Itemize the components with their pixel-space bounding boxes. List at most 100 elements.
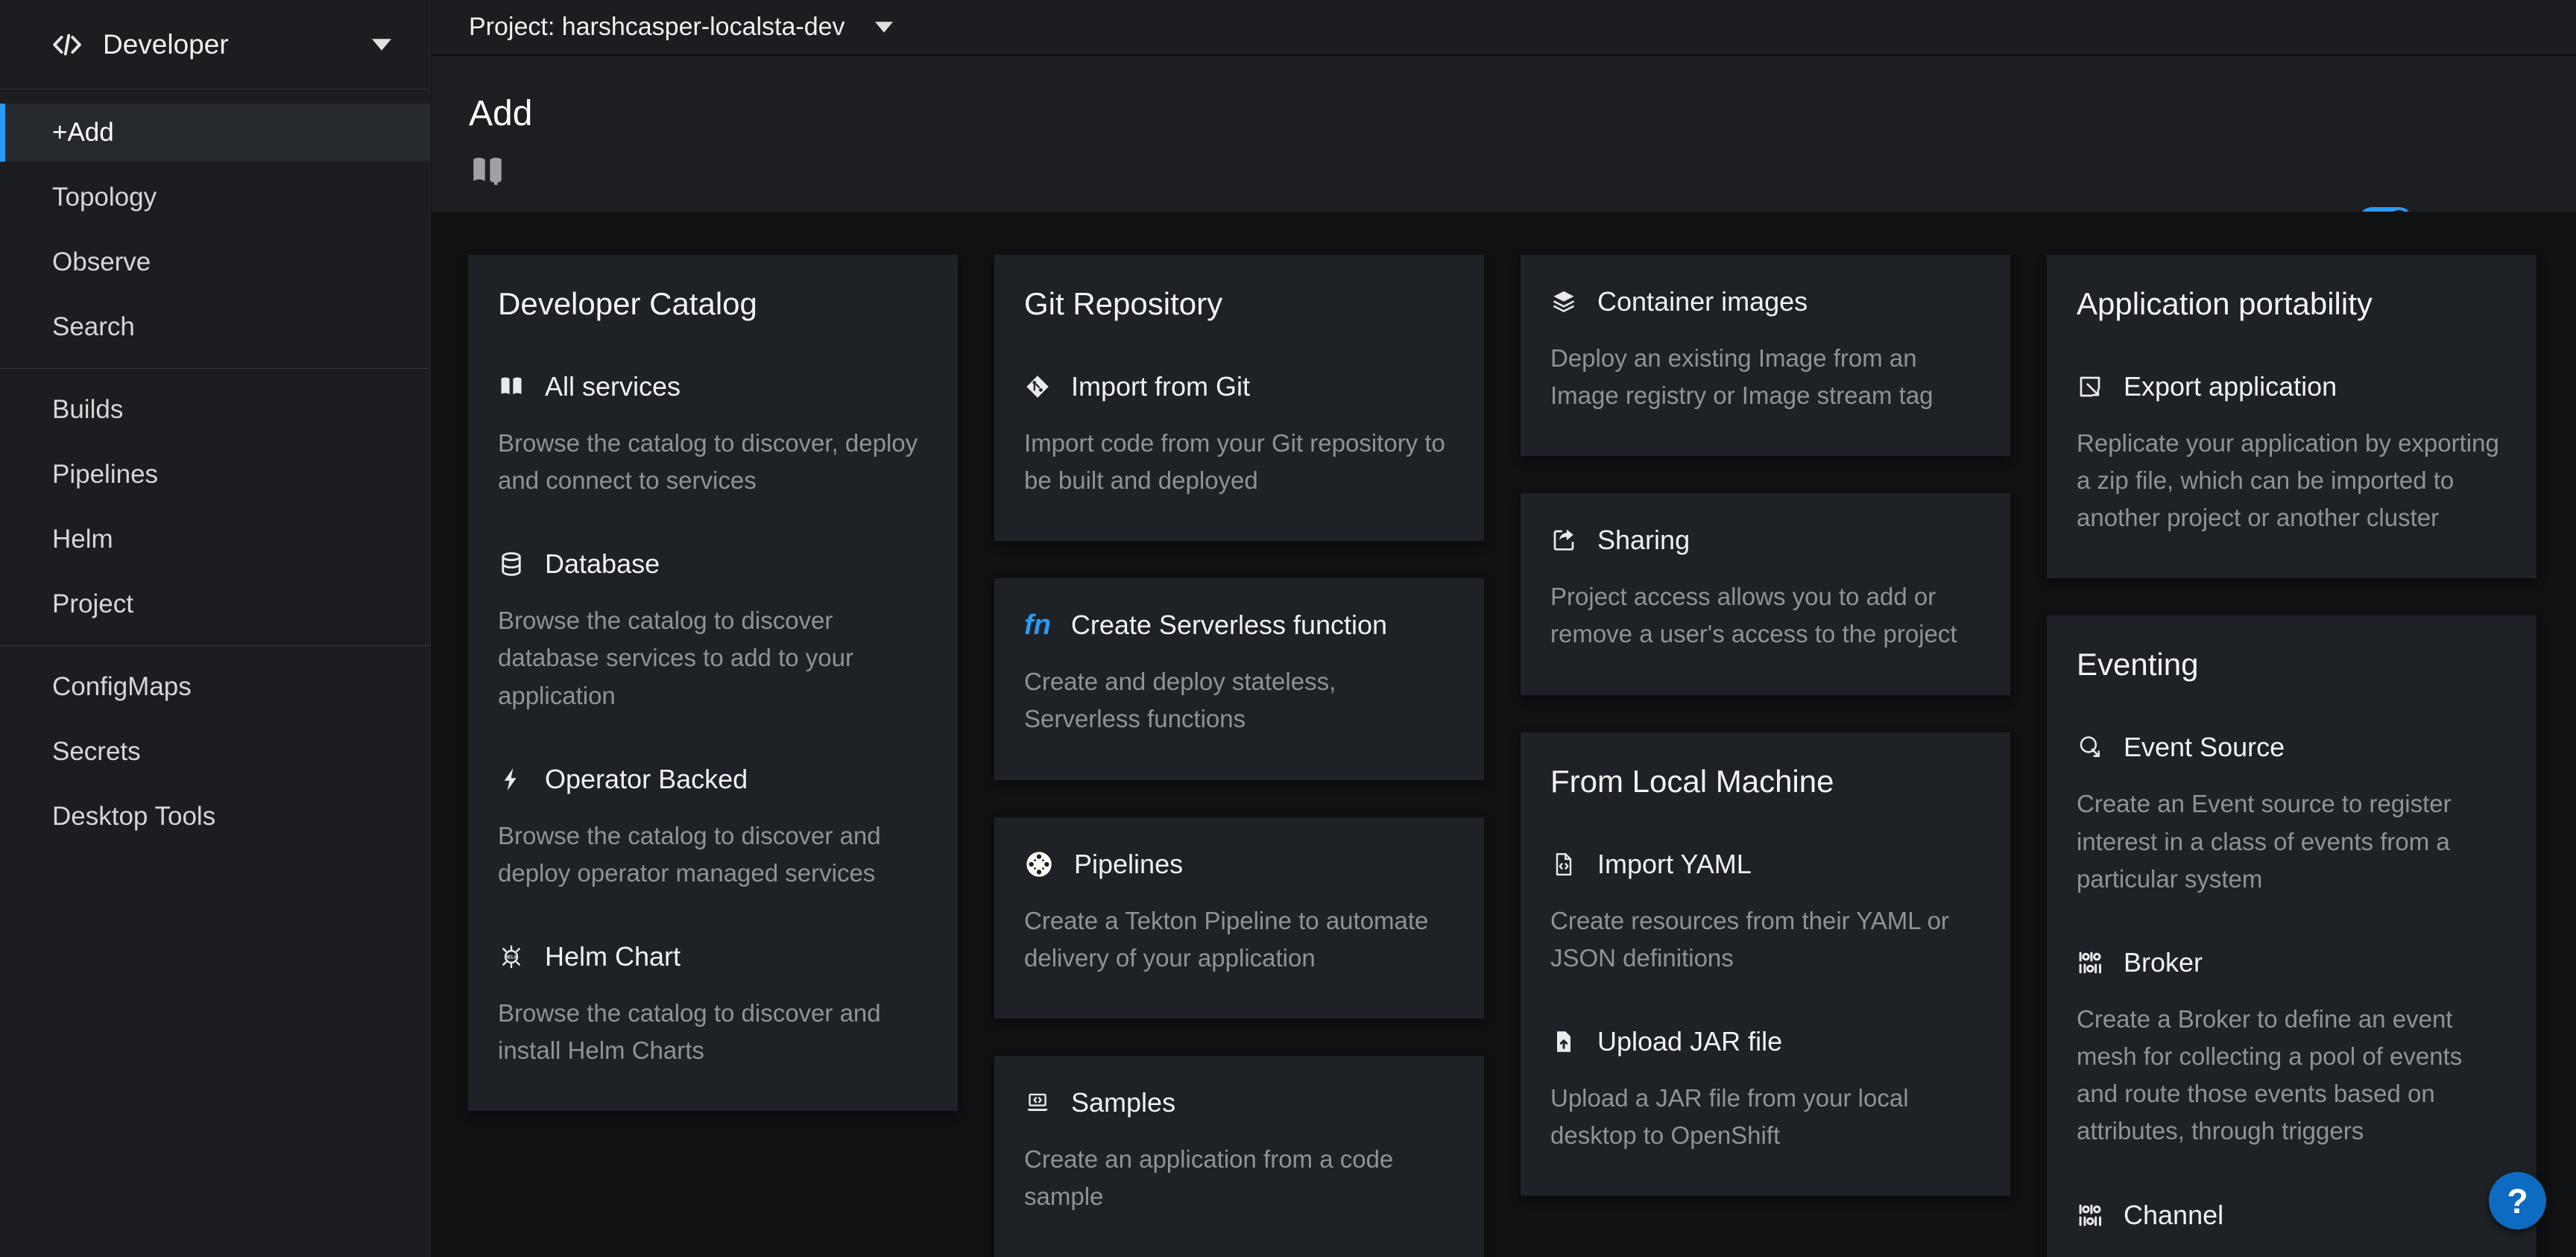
sidebar-item-pipelines[interactable]: Pipelines — [0, 446, 430, 504]
tile-operator-backed[interactable]: Operator Backed Browse the catalog to di… — [498, 764, 928, 892]
tile-export-application[interactable]: Export application Replicate your applic… — [2077, 371, 2507, 536]
binary-icon — [2077, 1202, 2103, 1229]
tile-description: Upload a JAR file from your local deskto… — [1550, 1080, 1980, 1154]
tile-label: Database — [545, 548, 660, 580]
grid-column-1: Developer Catalog All services Browse th… — [468, 255, 958, 1111]
project-selector-label: Project: harshcasper-localsta-dev — [469, 13, 845, 42]
bolt-icon — [498, 766, 525, 793]
book-plus-icon[interactable] — [469, 152, 506, 189]
page-header: Add Details on — [432, 56, 2576, 212]
tile-upload-jar-file[interactable]: Upload JAR file Upload a JAR file from y… — [1550, 1026, 1980, 1154]
help-button[interactable]: ? — [2489, 1172, 2546, 1229]
tile-label: All services — [545, 371, 681, 402]
file-upload-icon — [1550, 1028, 1577, 1055]
tile-description: Project access allows you to add or remo… — [1550, 578, 1980, 653]
tile-description: Create a Broker to define an event mesh … — [2077, 1001, 2507, 1150]
add-page-content: Developer Catalog All services Browse th… — [432, 212, 2576, 1257]
card-title: Application portability — [2077, 286, 2507, 322]
tile-description: Browse the catalog to discover, deploy a… — [498, 425, 928, 499]
tile-description: Browse the catalog to discover and deplo… — [498, 817, 928, 892]
grid-column-4: Application portability Export applicati… — [2047, 255, 2536, 1257]
sidebar-nav: +Add Topology Observe Search Builds Pipe… — [0, 89, 430, 846]
sidebar-divider — [0, 645, 430, 646]
card-eventing: Eventing Event Source Create an Event so… — [2047, 615, 2536, 1257]
card-git-repository: Git Repository Import from Git — [994, 255, 1484, 541]
perspective-switcher[interactable]: Developer — [0, 0, 430, 89]
tile-description: Deploy an existing Image from an Image r… — [1550, 340, 1980, 414]
tile-label: Sharing — [1597, 525, 1690, 556]
card-developer-catalog: Developer Catalog All services Browse th… — [468, 255, 958, 1111]
card-title: From Local Machine — [1550, 764, 1980, 800]
perspective-label: Developer — [103, 29, 229, 60]
tile-description: Replicate your application by exporting … — [2077, 425, 2507, 536]
event-source-icon — [2077, 734, 2103, 761]
fn-icon: fn — [1024, 611, 1051, 639]
sidebar-item-configmaps[interactable]: ConfigMaps — [0, 658, 430, 716]
tile-description: Browse the catalog to discover database … — [498, 602, 928, 714]
sidebar-item-desktop-tools[interactable]: Desktop Tools — [0, 788, 430, 846]
tile-label: Upload JAR file — [1597, 1026, 1782, 1057]
tile-label: Helm Chart — [545, 941, 681, 972]
tile-description: Import code from your Git repository to … — [1024, 425, 1454, 499]
tile-create-serverless-function[interactable]: fn Create Serverless function Create and… — [1024, 609, 1454, 738]
tile-label: Channel — [2124, 1200, 2223, 1231]
pipelines-icon — [1024, 849, 1054, 879]
tile-broker[interactable]: Broker Create a Broker to define an even… — [2077, 947, 2507, 1150]
sidebar-item-observe[interactable]: Observe — [0, 233, 430, 291]
tile-sharing[interactable]: Sharing Project access allows you to add… — [1550, 525, 1980, 653]
code-icon — [51, 28, 83, 61]
sidebar-item-secrets[interactable]: Secrets — [0, 723, 430, 781]
grid-column-2: Git Repository Import from Git — [994, 255, 1484, 1257]
tile-label: Export application — [2124, 371, 2337, 402]
tile-description: Create and deploy stateless, Serverless … — [1024, 663, 1454, 738]
card-serverless-function: fn Create Serverless function Create and… — [994, 578, 1484, 779]
tile-pipelines[interactable]: Pipelines Create a Tekton Pipeline to au… — [1024, 849, 1454, 977]
share-icon — [1550, 527, 1577, 554]
sidebar-item-topology[interactable]: Topology — [0, 168, 430, 227]
tile-import-yaml[interactable]: Import YAML Create resources from their … — [1550, 849, 1980, 977]
tile-all-services[interactable]: All services Browse the catalog to disco… — [498, 371, 928, 499]
tile-label: Operator Backed — [545, 764, 748, 795]
tile-samples[interactable]: Samples Create an application from a cod… — [1024, 1087, 1454, 1215]
tile-label: Samples — [1071, 1087, 1175, 1118]
question-icon: ? — [2507, 1181, 2528, 1221]
binary-icon — [2077, 949, 2103, 976]
project-bar: Project: harshcasper-localsta-dev — [432, 0, 2576, 55]
project-selector[interactable]: Project: harshcasper-localsta-dev — [469, 13, 893, 42]
card-grid: Developer Catalog All services Browse th… — [468, 255, 2539, 1257]
tile-database[interactable]: Database Browse the catalog to discover … — [498, 548, 928, 714]
tile-description: Create an Event source to register inter… — [2077, 785, 2507, 897]
card-from-local-machine: From Local Machine Import YAML Create re… — [1521, 732, 2010, 1197]
tile-channel[interactable]: Channel Create a Knative Channel to crea… — [2077, 1200, 2507, 1257]
tile-description: Create a Tekton Pipeline to automate del… — [1024, 902, 1454, 977]
sidebar-item-search[interactable]: Search — [0, 298, 430, 356]
tile-label: Import from Git — [1071, 371, 1250, 402]
card-title: Git Repository — [1024, 286, 1454, 322]
layers-icon — [1550, 288, 1577, 315]
tile-label: Pipelines — [1074, 849, 1183, 880]
svg-text:HELM: HELM — [505, 955, 519, 960]
tile-helm-chart[interactable]: HELM Helm Chart Browse the catalog to di… — [498, 941, 928, 1069]
helm-icon: HELM — [498, 943, 525, 970]
caret-down-icon — [372, 39, 391, 51]
caret-down-icon — [875, 22, 893, 33]
git-icon — [1024, 373, 1051, 400]
tile-event-source[interactable]: Event Source Create an Event source to r… — [2077, 732, 2507, 897]
book-icon — [498, 373, 525, 400]
card-samples: Samples Create an application from a cod… — [994, 1056, 1484, 1257]
sidebar-item-helm[interactable]: Helm — [0, 510, 430, 569]
tile-description: Browse the catalog to discover and insta… — [498, 995, 928, 1069]
tile-description: Create resources from their YAML or JSON… — [1550, 902, 1980, 977]
sidebar: Developer +Add Topology Observe Search B… — [0, 0, 431, 1257]
tile-import-from-git[interactable]: Import from Git Import code from your Gi… — [1024, 371, 1454, 499]
sidebar-item-project[interactable]: Project — [0, 575, 430, 633]
tile-container-images[interactable]: Container images Deploy an existing Imag… — [1550, 286, 1980, 414]
card-sharing: Sharing Project access allows you to add… — [1521, 493, 2010, 694]
sidebar-item-builds[interactable]: Builds — [0, 381, 430, 439]
tile-label: Event Source — [2124, 732, 2285, 763]
grid-column-3: Container images Deploy an existing Imag… — [1521, 255, 2010, 1196]
tile-description: Create an application from a code sample — [1024, 1141, 1454, 1215]
samples-icon — [1024, 1089, 1051, 1116]
card-pipelines: Pipelines Create a Tekton Pipeline to au… — [994, 817, 1484, 1019]
sidebar-item-add[interactable]: +Add — [0, 104, 430, 162]
